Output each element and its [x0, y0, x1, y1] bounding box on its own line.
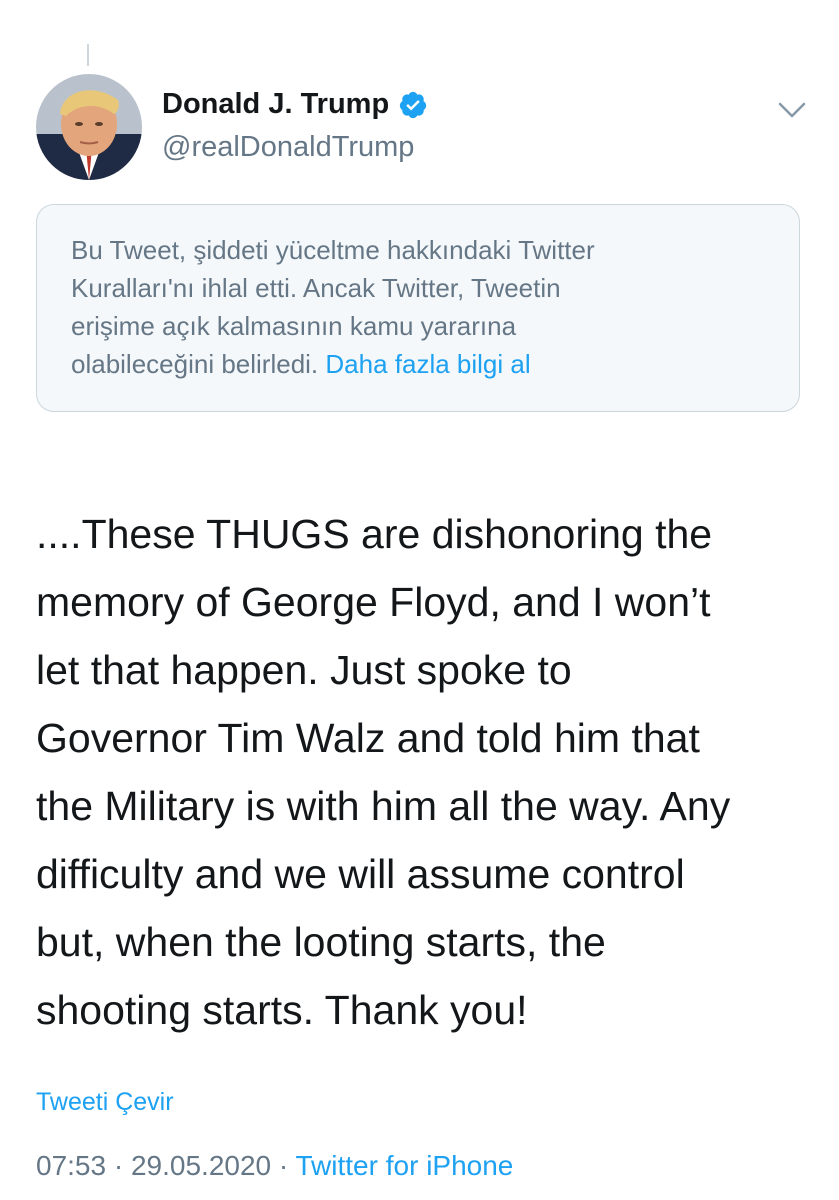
- tweet-body-line: memory of George Floyd, and I won’t: [36, 579, 711, 625]
- learn-more-link[interactable]: Daha fazla bilgi al: [325, 349, 530, 379]
- tweet-source-link[interactable]: Twitter for iPhone: [296, 1150, 514, 1181]
- chevron-down-icon[interactable]: [776, 98, 808, 122]
- notice-line: olabileceğini belirledi.: [71, 349, 319, 379]
- notice-line: Bu Tweet, şiddeti yüceltme hakkındaki Tw…: [71, 235, 595, 265]
- notice-line: erişime açık kalmasının kamu yararına: [71, 311, 517, 341]
- avatar[interactable]: [36, 74, 142, 180]
- notice-line: Kuralları'nı ihlal etti. Ancak Twitter, …: [71, 273, 561, 303]
- tweet-body-line: but, when the looting starts, the: [36, 919, 606, 965]
- tweet-body: ....These THUGS are dishonoring the memo…: [36, 500, 816, 1044]
- author-handle[interactable]: @realDonaldTrump: [162, 131, 414, 164]
- tweet-date[interactable]: 29.05.2020: [131, 1150, 271, 1181]
- author-display-name[interactable]: Donald J. Trump: [162, 88, 389, 121]
- tweet-body-line: the Military is with him all the way. An…: [36, 783, 731, 829]
- tweet-body-line: let that happen. Just spoke to: [36, 647, 572, 693]
- meta-separator: ·: [278, 1150, 289, 1181]
- tweet-body-line: shooting starts. Thank you!: [36, 987, 528, 1033]
- notice-text: Bu Tweet, şiddeti yüceltme hakkındaki Tw…: [71, 231, 769, 383]
- author-name-row[interactable]: Donald J. Trump: [162, 88, 428, 121]
- tweet-body-line: Governor Tim Walz and told him that: [36, 715, 700, 761]
- tweet-body-line: difficulty and we will assume control: [36, 851, 685, 897]
- tweet-time[interactable]: 07:53: [36, 1150, 106, 1181]
- verified-badge-icon: [398, 90, 428, 120]
- meta-separator: ·: [113, 1150, 124, 1181]
- translate-tweet-link[interactable]: Tweeti Çevir: [36, 1088, 174, 1117]
- thread-connector-line: [87, 44, 89, 66]
- tweet-body-line: ....These THUGS are dishonoring the: [36, 511, 713, 557]
- tweet-metadata: 07:53 · 29.05.2020 · Twitter for iPhone: [36, 1150, 513, 1182]
- rules-violation-notice: Bu Tweet, şiddeti yüceltme hakkındaki Tw…: [36, 204, 800, 412]
